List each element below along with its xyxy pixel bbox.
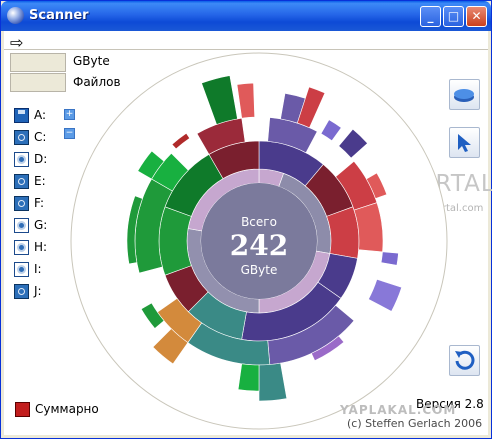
minimize-button[interactable]: _ — [420, 6, 441, 27]
disk-icon[interactable] — [449, 79, 480, 110]
drive-label: F: — [34, 196, 45, 210]
hard-disk-icon — [14, 174, 29, 189]
hard-disk-icon — [14, 284, 29, 299]
drive-label: D: — [34, 152, 48, 166]
sunburst-segment[interactable] — [158, 206, 192, 276]
refresh-icon[interactable] — [449, 345, 480, 376]
cd-drive-icon — [14, 262, 29, 277]
yaplakal-watermark: YAPLAKAL.COM — [340, 403, 457, 417]
cd-drive-icon — [14, 218, 29, 233]
summary-label: Суммарно — [35, 402, 99, 416]
center-unit: GByte — [241, 263, 278, 277]
center-label-top: Всего — [241, 215, 277, 229]
drive-label: G: — [34, 218, 48, 232]
sunburst-segment[interactable] — [380, 251, 399, 266]
hard-disk-icon — [14, 196, 29, 211]
sunburst-segment[interactable] — [237, 363, 260, 392]
copyright-label: (c) Steffen Gerlach 2006 — [347, 417, 483, 430]
cd-drive-icon — [14, 152, 29, 167]
client-area: ⇨ GByte Файлов A: C: D: E: F: G: H: I: J… — [4, 31, 492, 435]
disk-usage-sunburst[interactable]: Всего 242 GByte — [69, 51, 449, 431]
title-bar[interactable]: Scanner _ □ ✕ — [1, 1, 491, 31]
floppy-icon — [14, 108, 29, 123]
maximize-button[interactable]: □ — [443, 6, 464, 27]
drive-label: A: — [34, 108, 47, 122]
drive-label: I: — [34, 262, 42, 276]
center-total-value: 242 — [230, 229, 288, 262]
drive-label: H: — [34, 240, 48, 254]
size-field — [10, 53, 66, 72]
files-field — [10, 73, 66, 92]
drive-label: E: — [34, 174, 46, 188]
sunburst-segment[interactable] — [326, 206, 360, 259]
close-button[interactable]: ✕ — [466, 6, 487, 27]
drive-label: C: — [34, 130, 47, 144]
cd-drive-icon — [14, 240, 29, 255]
app-icon — [7, 7, 24, 24]
sunburst-svg[interactable]: Всего 242 GByte — [69, 51, 449, 431]
toolbar-separator — [4, 49, 488, 50]
summary-icon — [15, 402, 30, 417]
window-title: Scanner — [29, 8, 89, 23]
drive-label: J: — [34, 284, 42, 298]
cursor-icon[interactable] — [449, 127, 480, 158]
main-window: Scanner _ □ ✕ ⇨ GByte Файлов A: C: D: E:… — [0, 0, 492, 439]
hard-disk-icon — [14, 130, 29, 145]
